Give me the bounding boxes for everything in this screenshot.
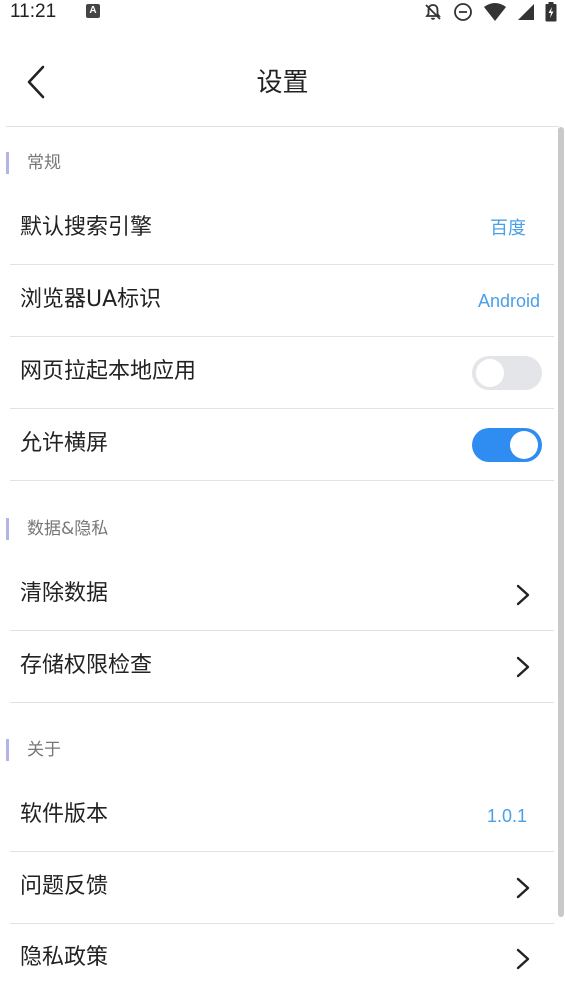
status-time: 11:21	[10, 1, 57, 22]
row-label: 软件版本	[20, 802, 109, 827]
settings-row-version[interactable]: 软件版本 1.0.1	[10, 780, 554, 852]
row-label: 默认搜索引擎	[20, 215, 153, 240]
section-title: 数据&隐私	[27, 519, 109, 539]
row-label: 清除数据	[20, 581, 109, 606]
chevron-right-icon	[516, 656, 530, 678]
cell-signal-icon	[518, 4, 534, 20]
settings-row-landscape: 允许横屏	[10, 409, 554, 481]
settings-row-privacy-policy[interactable]: 隐私政策	[10, 923, 554, 995]
battery-charging-icon	[545, 2, 557, 22]
chevron-right-icon	[516, 584, 530, 606]
row-label: 浏览器UA标识	[20, 287, 162, 312]
scrollbar-thumb[interactable]	[558, 127, 564, 917]
section-accent-bar	[6, 518, 9, 540]
do-not-disturb-icon	[454, 3, 472, 21]
section-accent-bar	[6, 739, 9, 761]
section-accent-bar	[6, 152, 9, 174]
title-divider	[6, 126, 559, 127]
settings-row-open-local-app: 网页拉起本地应用	[10, 337, 554, 409]
notifications-off-icon	[425, 4, 441, 20]
row-label: 允许横屏	[20, 431, 109, 456]
title-bar: 设置	[0, 40, 565, 126]
page-title: 设置	[256, 68, 309, 98]
wifi-icon	[484, 3, 506, 21]
settings-row-feedback[interactable]: 问题反馈	[10, 852, 554, 924]
settings-row-search-engine[interactable]: 默认搜索引擎 百度	[10, 193, 554, 265]
settings-row-ua[interactable]: 浏览器UA标识 Android	[10, 265, 554, 337]
chevron-right-icon	[516, 948, 530, 970]
open-local-app-toggle[interactable]	[472, 356, 542, 390]
toggle-knob	[510, 431, 538, 459]
version-value: 1.0.1	[486, 806, 527, 826]
status-icons	[423, 1, 557, 23]
notification-badge: A	[86, 4, 100, 18]
toggle-knob	[476, 359, 504, 387]
row-label: 网页拉起本地应用	[20, 359, 197, 384]
scrollbar[interactable]	[558, 127, 565, 995]
row-divider	[10, 702, 554, 703]
search-engine-value: 百度	[490, 218, 526, 239]
chevron-right-icon	[516, 877, 530, 899]
row-label: 隐私政策	[20, 945, 109, 970]
ua-value: Android	[477, 291, 540, 311]
row-divider	[10, 480, 554, 481]
section-title: 常规	[27, 153, 61, 173]
settings-screen: 11:21 A 设置 常规 默认搜索引擎 百度 浏览器UA标识 Android …	[0, 0, 565, 995]
status-bar: 11:21 A	[0, 0, 565, 24]
row-label: 问题反馈	[20, 874, 109, 899]
settings-row-storage-permission[interactable]: 存储权限检查	[10, 631, 554, 703]
settings-row-clear-data[interactable]: 清除数据	[10, 559, 554, 631]
landscape-toggle[interactable]	[472, 428, 542, 462]
section-title: 关于	[27, 740, 61, 760]
row-label: 存储权限检查	[20, 653, 153, 678]
